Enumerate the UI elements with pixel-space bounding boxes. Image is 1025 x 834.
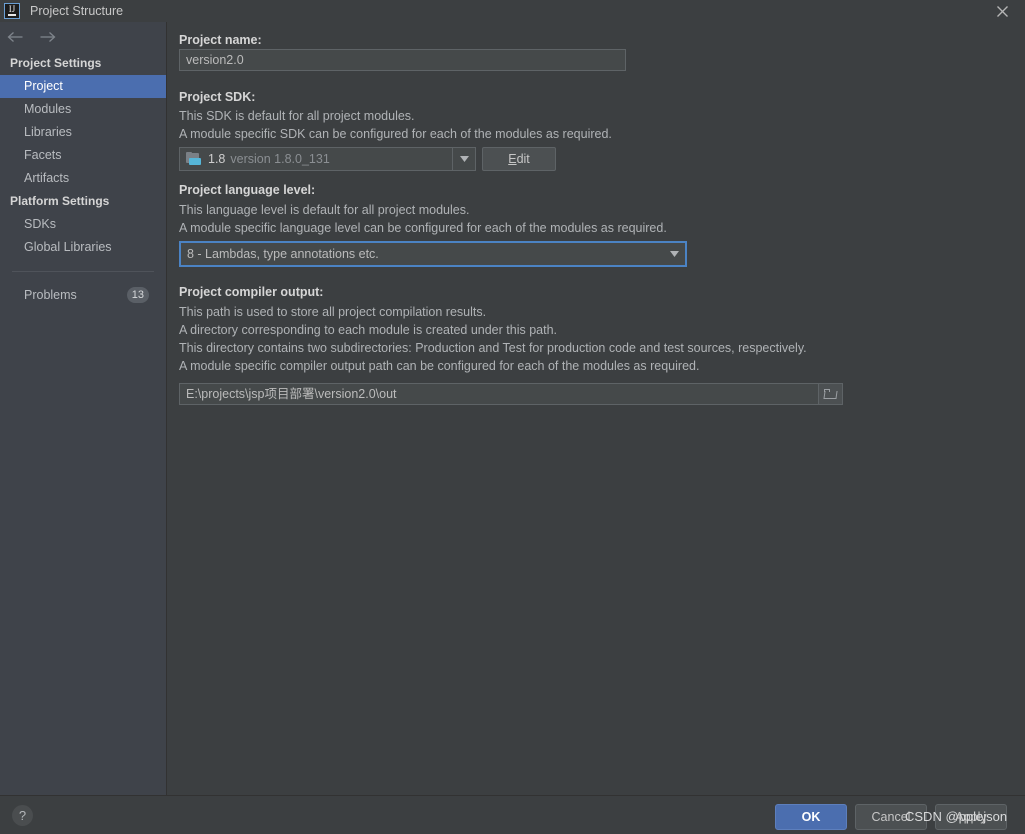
- sidebar: Project Settings Project Modules Librari…: [0, 22, 167, 795]
- sidebar-item-global-libraries[interactable]: Global Libraries: [0, 236, 166, 259]
- language-level-value: 8 - Lambdas, type annotations etc.: [187, 247, 379, 261]
- sdk-folder-icon: [186, 152, 202, 166]
- language-level-label: Project language level:: [179, 183, 316, 197]
- edit-sdk-button[interactable]: Edit: [482, 147, 556, 171]
- problems-label: Problems: [24, 287, 77, 302]
- sidebar-item-libraries[interactable]: Libraries: [0, 121, 166, 144]
- content-panel: Project name: version2.0 Project SDK: Th…: [168, 22, 1025, 795]
- close-icon[interactable]: [979, 0, 1025, 22]
- sidebar-divider: [12, 271, 154, 272]
- edit-button-mnemonic: E: [508, 152, 517, 166]
- back-arrow-icon[interactable]: [6, 28, 24, 46]
- compiler-output-label: Project compiler output:: [179, 285, 324, 299]
- apply-button[interactable]: Apply: [935, 804, 1007, 830]
- project-sdk-desc-line-2: A module specific SDK can be configured …: [179, 127, 612, 141]
- sidebar-group-platform-settings: Platform Settings: [10, 194, 110, 208]
- chevron-down-icon[interactable]: [453, 148, 475, 170]
- language-level-desc-line-1: This language level is default for all p…: [179, 203, 470, 217]
- project-sdk-selected-version: version 1.8.0_131: [230, 152, 330, 166]
- language-level-desc-line-2: A module specific language level can be …: [179, 221, 667, 235]
- project-structure-dialog: IJ Project Structure Project Settings Pr…: [0, 0, 1025, 834]
- sidebar-item-project[interactable]: Project: [0, 75, 166, 98]
- sidebar-item-artifacts[interactable]: Artifacts: [0, 167, 166, 190]
- compiler-output-desc-line-2: A directory corresponding to each module…: [179, 323, 557, 337]
- sidebar-group-project-settings: Project Settings: [10, 56, 102, 70]
- sidebar-item-sdks[interactable]: SDKs: [0, 213, 166, 236]
- sidebar-nav-arrows: [0, 22, 166, 52]
- ok-button[interactable]: OK: [775, 804, 847, 830]
- chevron-down-icon[interactable]: [663, 243, 685, 265]
- compiler-output-field-wrap: E:\projects\jsp项目部署\version2.0\out: [179, 383, 843, 405]
- project-name-label: Project name:: [179, 33, 262, 47]
- compiler-output-input[interactable]: E:\projects\jsp项目部署\version2.0\out: [179, 383, 843, 405]
- title-bar: IJ Project Structure: [0, 0, 1025, 22]
- language-level-combobox[interactable]: 8 - Lambdas, type annotations etc.: [179, 241, 687, 267]
- project-name-input[interactable]: version2.0: [179, 49, 626, 71]
- forward-arrow-icon[interactable]: [38, 28, 56, 46]
- compiler-output-desc-line-1: This path is used to store all project c…: [179, 305, 487, 319]
- folder-icon: [822, 388, 838, 400]
- project-sdk-desc-line-1: This SDK is default for all project modu…: [179, 109, 415, 123]
- problems-count-badge: 13: [126, 286, 149, 303]
- help-button[interactable]: ?: [12, 805, 33, 826]
- cancel-button[interactable]: Cancel: [855, 804, 927, 830]
- window-title: Project Structure: [30, 4, 124, 18]
- dialog-button-row: OK Cancel Apply: [775, 804, 1007, 830]
- sidebar-item-problems[interactable]: Problems 13: [0, 283, 166, 306]
- project-sdk-combobox[interactable]: 1.8 version 1.8.0_131: [179, 147, 476, 171]
- edit-button-rest: dit: [516, 152, 530, 166]
- intellij-idea-icon: IJ: [4, 3, 20, 19]
- project-sdk-selected-name: 1.8: [208, 152, 226, 166]
- compiler-output-desc-line-4: A module specific compiler output path c…: [179, 359, 700, 373]
- compiler-output-desc-line-3: This directory contains two subdirectori…: [179, 341, 807, 355]
- sidebar-item-facets[interactable]: Facets: [0, 144, 166, 167]
- browse-folder-button[interactable]: [818, 384, 842, 404]
- project-sdk-label: Project SDK:: [179, 90, 256, 104]
- sidebar-item-modules[interactable]: Modules: [0, 98, 166, 121]
- dialog-footer: ? OK Cancel Apply: [0, 795, 1025, 834]
